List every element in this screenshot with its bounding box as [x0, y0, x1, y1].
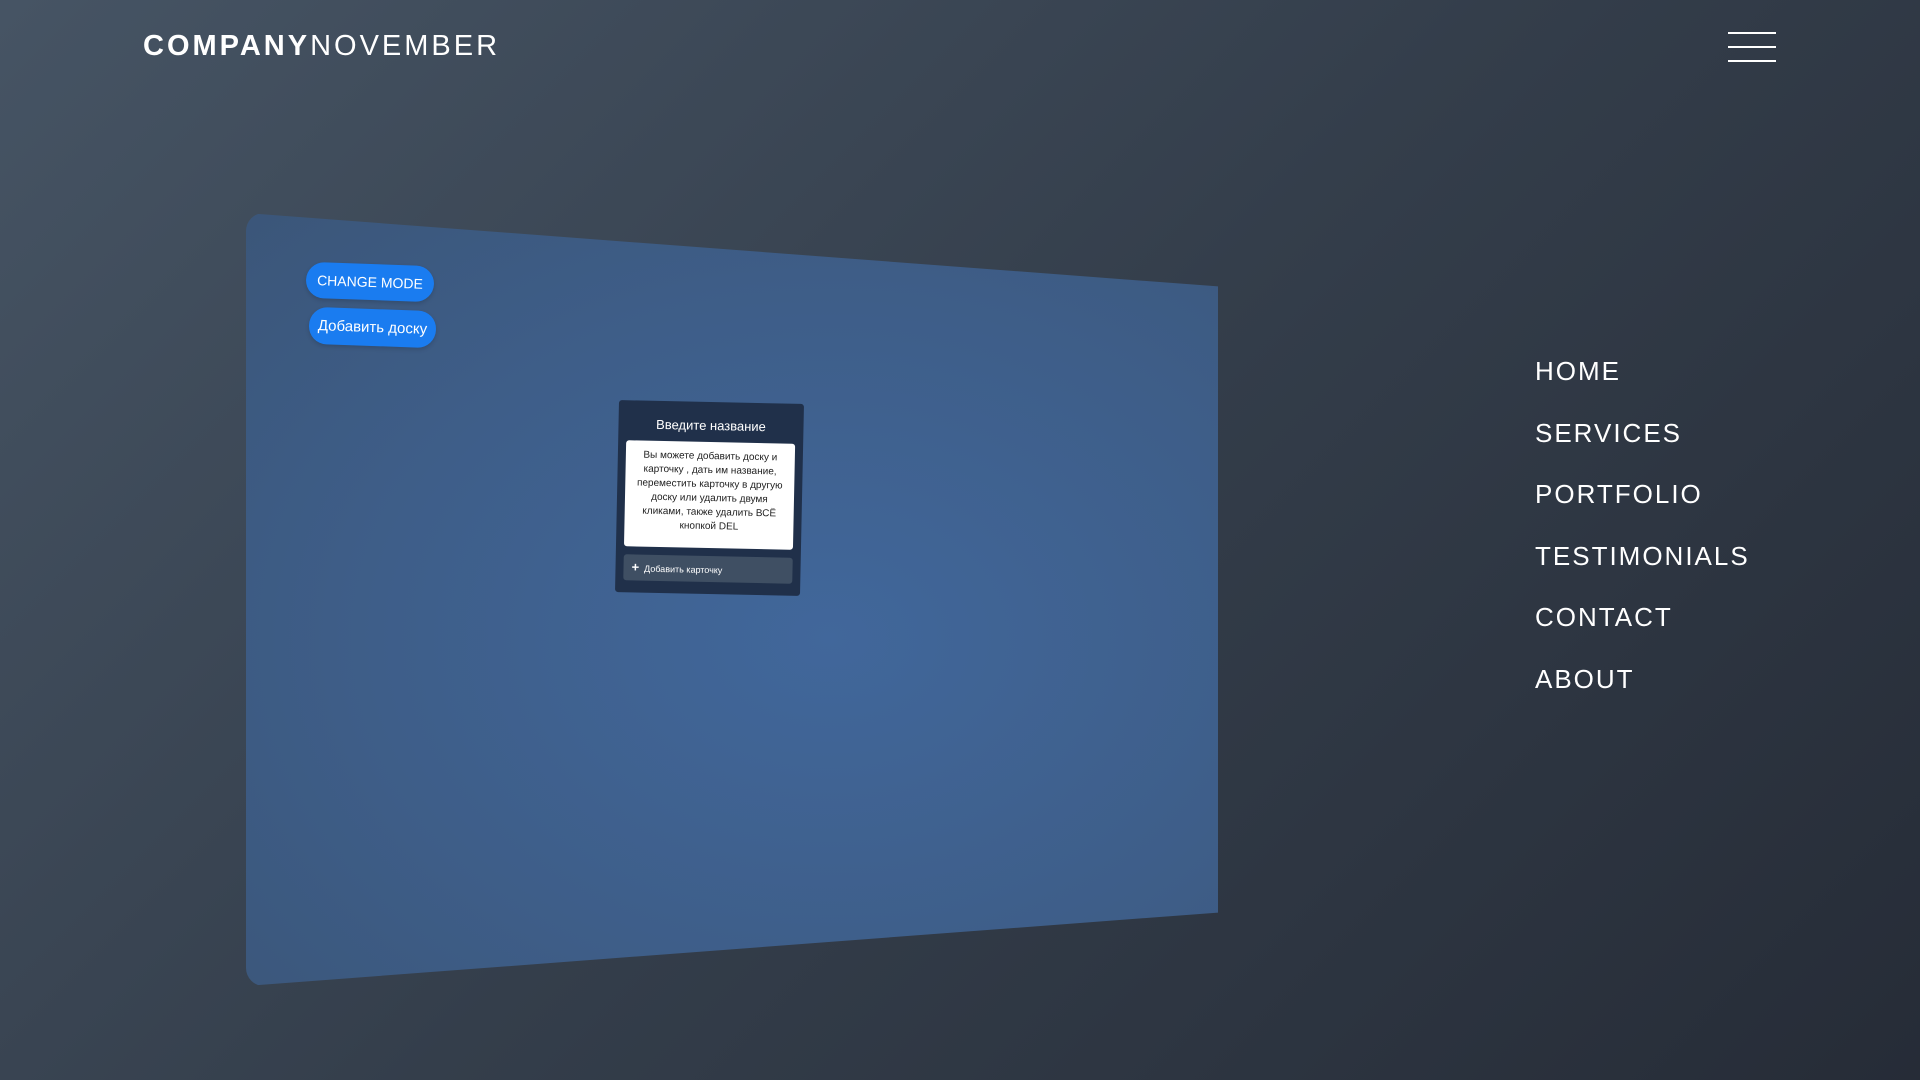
main-nav: HOME SERVICES PORTFOLIO TESTIMONIALS CON… — [1535, 350, 1750, 719]
column-title[interactable]: Введите название — [618, 400, 804, 444]
add-card-button[interactable]: + Добавить карточку — [623, 554, 793, 584]
nav-item-about[interactable]: ABOUT — [1535, 658, 1750, 720]
hamburger-line — [1728, 32, 1776, 34]
add-card-label: Добавить карточку — [643, 563, 723, 576]
nav-item-home[interactable]: HOME — [1535, 350, 1750, 412]
change-mode-button[interactable]: CHANGE MODE — [305, 261, 435, 303]
logo-bold-text: COMPANY — [143, 30, 311, 62]
board-column: Введите название Вы можете добавить доск… — [615, 400, 804, 596]
nav-item-testimonials[interactable]: TESTIMONIALS — [1535, 535, 1750, 597]
card[interactable]: Вы можете добавить доску и карточку , да… — [623, 440, 796, 550]
nav-item-services[interactable]: SERVICES — [1535, 412, 1750, 474]
logo-light-text: NOVEMBER — [310, 30, 501, 62]
nav-item-contact[interactable]: CONTACT — [1535, 596, 1750, 658]
hamburger-line — [1728, 60, 1776, 62]
company-logo[interactable]: COMPANYNOVEMBER — [143, 30, 500, 63]
plus-icon: + — [631, 559, 640, 575]
hamburger-menu-icon[interactable] — [1728, 32, 1776, 64]
page: COMPANYNOVEMBER CHANGE MODE Добавить дос… — [0, 0, 1920, 1080]
hamburger-line — [1728, 46, 1776, 48]
add-board-button[interactable]: Добавить доску — [308, 306, 437, 349]
nav-item-portfolio[interactable]: PORTFOLIO — [1535, 473, 1750, 535]
